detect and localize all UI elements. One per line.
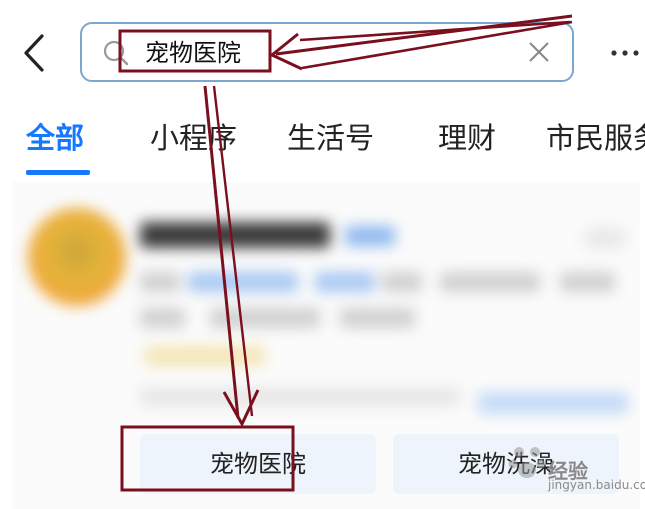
watermark-url: jingyan.baidu.com xyxy=(548,478,645,492)
suggestion-chip-pet-hospital[interactable]: 宠物医院 xyxy=(140,434,376,494)
blurred-result-details xyxy=(0,0,645,509)
